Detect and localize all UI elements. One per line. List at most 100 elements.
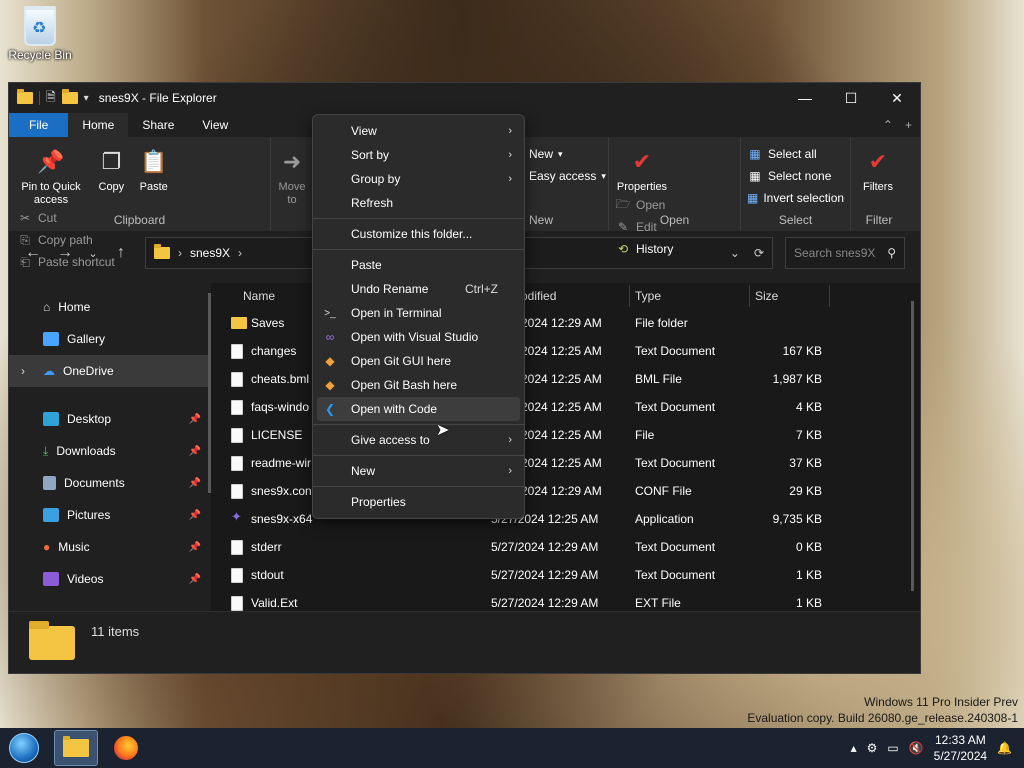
close-button[interactable]: ✕ <box>874 83 920 113</box>
column-name[interactable]: Name <box>243 289 275 303</box>
nav-item-desktop[interactable]: Desktop 📌 <box>9 403 211 435</box>
taskbar-file-explorer[interactable] <box>54 730 98 766</box>
nav-item-pictures[interactable]: Pictures 📌 <box>9 499 211 531</box>
menu-item-give-access[interactable]: Give access to › <box>317 428 520 452</box>
display-icon[interactable]: ▭ <box>887 741 898 755</box>
network-icon[interactable]: ⚙ <box>867 741 878 755</box>
show-hidden-icons-icon[interactable]: ▴ <box>851 741 857 755</box>
table-row[interactable]: stdout 5/27/2024 12:29 AM Text Document 1 K… <box>211 561 920 589</box>
copy-path-button[interactable]: ⎘ Copy path <box>17 229 115 251</box>
customize-quick-access-icon[interactable]: ▾ <box>84 93 89 104</box>
select-none-button[interactable]: ▦ Select none <box>747 165 844 187</box>
menu-item-sort-by[interactable]: Sort by › <box>317 143 520 167</box>
maximize-button[interactable]: ☐ <box>828 83 874 113</box>
quick-access-toolbar: 🗎 ▾ <box>9 88 89 109</box>
tab-home[interactable]: Home <box>68 113 129 137</box>
address-dropdown-icon[interactable]: ⌄ <box>730 246 740 260</box>
mouse-cursor-icon: ➤ <box>436 422 450 439</box>
file-type: Text Document <box>635 540 716 554</box>
menu-item-open-visual-studio[interactable]: ∞ Open with Visual Studio <box>317 325 520 349</box>
file-size: 7 KB <box>795 428 822 442</box>
column-date-modified[interactable]: odified <box>521 289 556 303</box>
taskbar-firefox[interactable] <box>104 730 148 766</box>
menu-item-open-with-code[interactable]: ❮ Open with Code <box>317 397 520 421</box>
undo-shortcut: Ctrl+Z <box>465 282 498 296</box>
column-size[interactable]: Size <box>755 289 778 303</box>
paste-shortcut-button[interactable]: ⎗ Paste shortcut <box>17 251 115 273</box>
file-size: 4 KB <box>795 400 822 414</box>
move-to-button[interactable]: ➜ Move to <box>277 143 307 207</box>
file-type: EXT File <box>635 596 681 610</box>
invert-selection-button[interactable]: ▦ Invert selection <box>747 187 844 209</box>
menu-item-undo-rename[interactable]: Undo Rename Ctrl+Z <box>317 277 520 301</box>
nav-item-downloads[interactable]: ⤓ Downloads 📌 <box>9 435 211 467</box>
table-row[interactable]: stderr 5/27/2024 12:29 AM Text Document 0 K… <box>211 533 920 561</box>
clipboard-group: 📌 Pin to Quick access ❐ Copy 📋 Paste ✂ Cu… <box>9 137 271 269</box>
file-list-scrollbar[interactable] <box>911 301 914 591</box>
file-date-modified: 2024 12:25 AM <box>521 428 602 442</box>
menu-item-open-terminal[interactable]: >_ Open in Terminal <box>317 301 520 325</box>
menu-item-group-by[interactable]: Group by › <box>317 167 520 191</box>
file-size: 9,735 KB <box>772 512 822 526</box>
desktop-icon <box>43 412 59 426</box>
search-input[interactable]: Search snes9X <box>794 246 875 260</box>
nav-item-videos[interactable]: Videos 📌 <box>9 563 211 595</box>
pin-icon: 📌 <box>188 509 201 521</box>
windows-orb-icon <box>9 733 39 763</box>
tab-share[interactable]: Share <box>128 113 188 137</box>
pin-quick-access-button[interactable]: 📌 Pin to Quick access <box>15 143 87 207</box>
column-type[interactable]: Type <box>635 289 661 303</box>
start-button[interactable] <box>0 728 48 768</box>
menu-item-view[interactable]: View › <box>317 119 520 143</box>
nav-item-documents[interactable]: Documents 📌 <box>9 467 211 499</box>
clock[interactable]: 12:33 AM 5/27/2024 <box>934 732 987 764</box>
help-icon[interactable]: + <box>905 118 912 132</box>
file-size: 29 KB <box>789 484 822 498</box>
easy-access-button[interactable]: Easy access ▾ <box>529 165 606 187</box>
tab-view[interactable]: View <box>188 113 242 137</box>
tab-file[interactable]: File <box>9 113 69 137</box>
file-size: 1 KB <box>795 596 822 610</box>
home-icon: ⌂ <box>43 300 51 314</box>
menu-item-refresh[interactable]: Refresh <box>317 191 520 215</box>
menu-item-properties[interactable]: Properties <box>317 490 520 514</box>
select-all-button[interactable]: ▦ Select all <box>747 143 844 165</box>
file-name: stderr <box>251 540 282 554</box>
file-name: stdout <box>251 568 284 582</box>
new-folder-quick-icon[interactable] <box>61 89 78 104</box>
new-group: New ▾ Easy access ▾ New <box>527 137 609 231</box>
new-item-button[interactable]: New ▾ <box>529 143 602 165</box>
nav-item-gallery[interactable]: Gallery <box>9 323 211 355</box>
menu-item-customize-folder[interactable]: Customize this folder... <box>317 222 520 246</box>
nav-item-onedrive[interactable]: › ☁ OneDrive <box>9 355 211 387</box>
notification-icon[interactable]: 🔔 <box>997 741 1012 755</box>
properties-quick-icon[interactable]: 🗎 <box>46 88 56 109</box>
breadcrumb-current[interactable]: snes9X <box>190 246 230 260</box>
filters-button[interactable]: ✔ Filters <box>857 143 899 194</box>
history-button[interactable]: ⟲ History <box>615 238 673 260</box>
recycle-bin-shortcut[interactable]: ♻ Recycle Bin <box>8 6 72 62</box>
menu-item-paste[interactable]: Paste <box>317 253 520 277</box>
menu-item-git-gui[interactable]: ◆ Open Git GUI here <box>317 349 520 373</box>
chevron-right-icon[interactable]: › <box>21 364 25 378</box>
search-box[interactable]: Search snes9X ⚲ <box>785 237 905 269</box>
menu-item-new[interactable]: New › <box>317 459 520 483</box>
file-date-modified: 2024 12:25 AM <box>521 456 602 470</box>
open-group-label: Open <box>659 213 690 227</box>
refresh-icon[interactable]: ⟳ <box>754 246 764 260</box>
title-bar[interactable]: 🗎 ▾ snes9X - File Explorer — ☐ ✕ <box>9 83 920 113</box>
chevron-right-icon: › <box>508 173 512 185</box>
chevron-down-icon: ▾ <box>558 148 563 159</box>
file-icon <box>231 484 243 499</box>
volume-muted-icon[interactable]: 🔇 <box>909 741 924 755</box>
paste-button[interactable]: 📋 Paste <box>136 143 172 194</box>
nav-item-home[interactable]: ⌂ Home <box>9 291 211 323</box>
file-icon <box>231 372 243 387</box>
collapse-ribbon-icon[interactable]: ⌃ <box>883 118 893 132</box>
minimize-button[interactable]: — <box>782 83 828 113</box>
select-group-label: Select <box>778 213 813 227</box>
properties-button[interactable]: ✔ Properties <box>615 143 669 194</box>
nav-item-music[interactable]: ● Music 📌 <box>9 531 211 563</box>
menu-item-git-bash[interactable]: ◆ Open Git Bash here <box>317 373 520 397</box>
copy-button[interactable]: ❐ Copy <box>94 143 128 194</box>
